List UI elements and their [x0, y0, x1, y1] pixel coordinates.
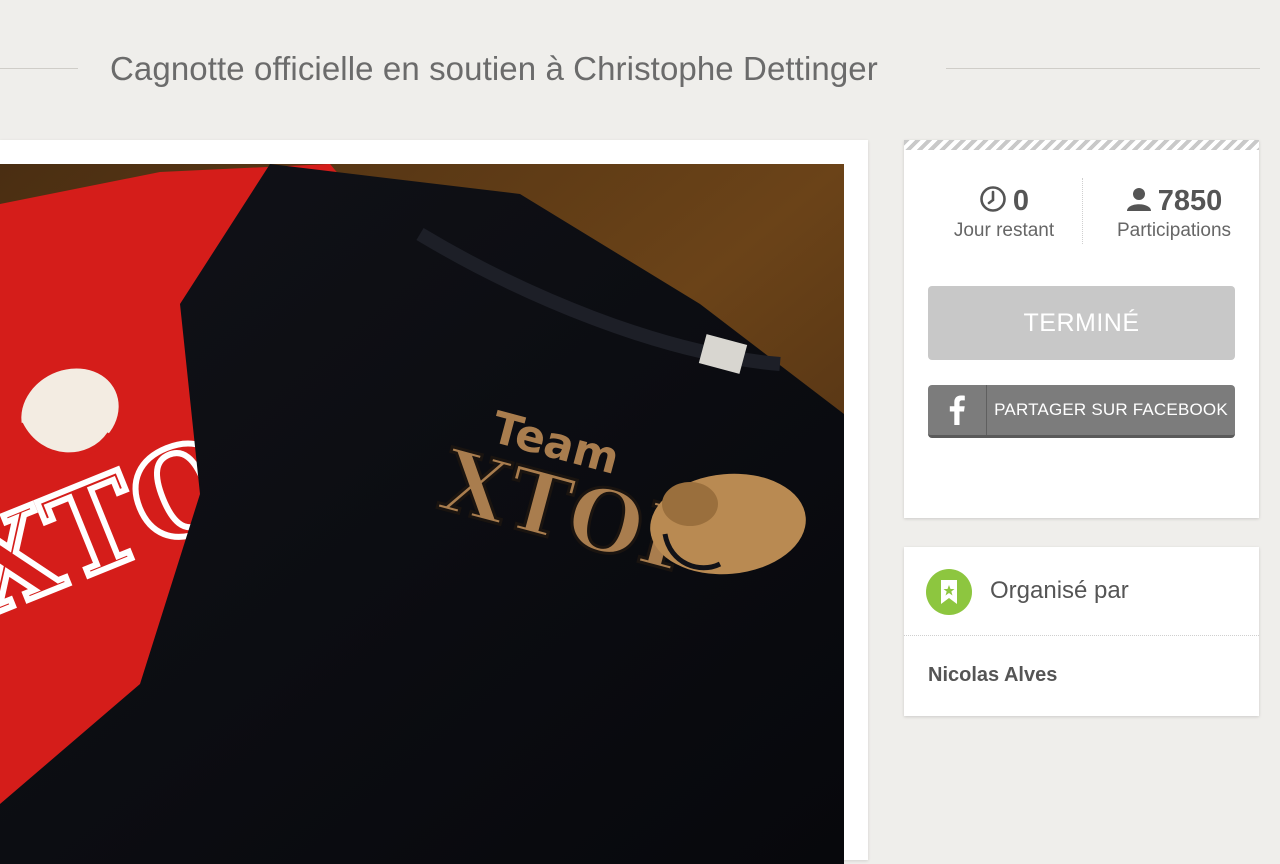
days-remaining-label: Jour restant	[953, 220, 1055, 241]
campaign-photo: XTOF Team XTOF	[0, 164, 844, 864]
title-divider-right	[946, 68, 1260, 69]
page-title-row: Cagnotte officielle en soutien à Christo…	[0, 40, 1280, 100]
campaign-stats-card: 0 Jour restant 7850 Participations TERMI…	[904, 140, 1259, 518]
stats-divider	[1082, 178, 1083, 244]
title-divider-left	[0, 68, 78, 69]
person-icon	[1126, 186, 1152, 217]
days-remaining-stat: 0 Jour restant	[934, 184, 1074, 242]
share-facebook-button[interactable]: PARTAGER SUR FACEBOOK	[928, 385, 1235, 438]
clock-icon	[979, 185, 1007, 218]
organizer-header: Organisé par	[904, 547, 1259, 636]
organizer-title: Organisé par	[990, 577, 1129, 604]
status-button[interactable]: TERMINÉ	[928, 286, 1235, 360]
participants-label: Participations	[1116, 220, 1232, 241]
page-title: Cagnotte officielle en soutien à Christo…	[110, 50, 878, 87]
organizer-name[interactable]: Nicolas Alves	[928, 664, 1057, 687]
bookmark-star-icon	[926, 569, 972, 615]
campaign-image-card: XTOF Team XTOF	[0, 140, 868, 864]
participants-value: 7850	[1157, 184, 1223, 217]
participants-stat: 7850 Participations	[1104, 184, 1244, 242]
share-facebook-label: PARTAGER SUR FACEBOOK	[994, 400, 1228, 419]
days-remaining-value: 0	[1012, 184, 1030, 217]
card-top-stripe	[904, 140, 1259, 150]
organizer-card: Organisé par Nicolas Alves	[904, 547, 1259, 716]
facebook-icon	[928, 385, 987, 435]
